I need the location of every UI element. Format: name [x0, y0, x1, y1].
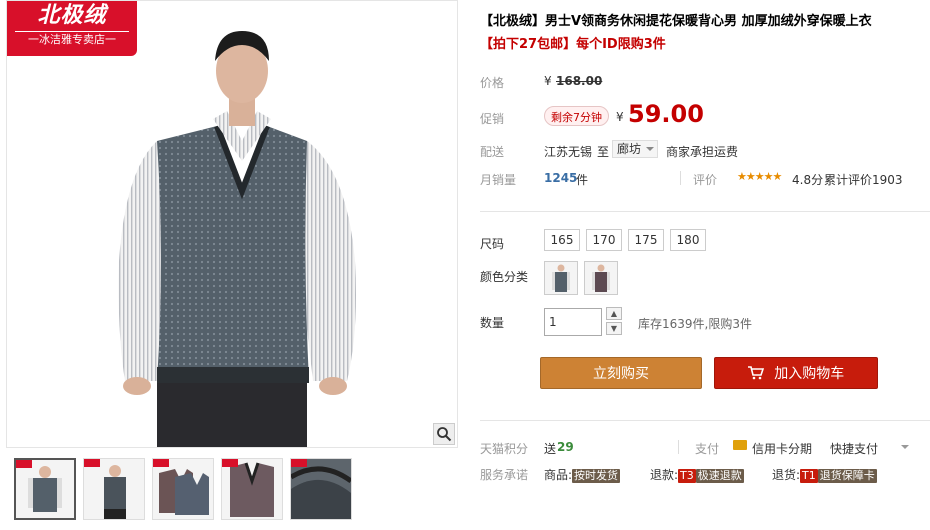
- on-time-delivery-badge[interactable]: 按时发货: [572, 469, 621, 483]
- credit-installment[interactable]: 信用卡分期: [752, 440, 812, 457]
- price-currency: ¥: [544, 74, 552, 88]
- thumbnail-logo: [153, 459, 169, 467]
- size-option-175[interactable]: 175: [628, 229, 664, 251]
- rating-label: 评价: [693, 173, 718, 187]
- return-code-badge: T1: [800, 469, 818, 483]
- service-return: 退货: T1 退货保障卡: [772, 466, 877, 483]
- quantity-decrease-button[interactable]: ▼: [606, 322, 622, 335]
- rating-stars-icon: ★★★★★: [737, 170, 782, 183]
- divider: [480, 211, 930, 212]
- countdown-badge: 剩余7分钟: [544, 106, 609, 126]
- thumbnail-image: [28, 466, 62, 512]
- size-option-170[interactable]: 170: [586, 229, 622, 251]
- thumbnail-image: [159, 469, 209, 515]
- quantity-label: 数量: [480, 316, 505, 330]
- main-product-image[interactable]: 北极绒 一冰洁雅专卖店一: [6, 0, 458, 448]
- thumbnail-image: [230, 462, 274, 517]
- brand-logo: 北极绒 一冰洁雅专卖店一: [7, 1, 137, 56]
- price-label: 价格: [480, 76, 505, 90]
- product-subtitle: 【拍下27包邮】每个ID限购3件: [480, 37, 666, 52]
- color-swatch-2[interactable]: [584, 261, 618, 295]
- add-to-cart-button[interactable]: 加入购物车: [714, 357, 878, 389]
- quantity-input[interactable]: [544, 308, 602, 336]
- size-option-165[interactable]: 165: [544, 229, 580, 251]
- points-value: 29: [557, 440, 574, 454]
- divider: [680, 171, 681, 185]
- shopping-cart-icon: [747, 366, 764, 380]
- delivery-to: 至: [597, 145, 610, 159]
- chevron-down-icon[interactable]: [901, 445, 909, 449]
- thumbnail-image: [104, 465, 126, 519]
- payment-label: 支付: [695, 442, 720, 456]
- size-option-180[interactable]: 180: [670, 229, 706, 251]
- delivery-label: 配送: [480, 145, 505, 159]
- divider: [480, 420, 930, 421]
- thumbnail-logo: [16, 460, 32, 468]
- credit-card-icon: [733, 440, 747, 450]
- promo-label: 促销: [480, 112, 505, 126]
- thumbnail-logo: [84, 459, 100, 467]
- color-swatch-1[interactable]: [544, 261, 578, 295]
- buy-now-button[interactable]: 立刻购买: [540, 357, 702, 389]
- service-refund: 退款: T3 极速退款: [650, 466, 744, 483]
- promo-price: 59.00: [628, 100, 704, 128]
- thumbnail-3[interactable]: [152, 458, 214, 520]
- thumbnail-logo: [222, 459, 238, 467]
- freight-info: 商家承担运费: [666, 145, 739, 159]
- city-selector[interactable]: 廊坊: [612, 140, 658, 158]
- thumbnail-5[interactable]: [290, 458, 352, 520]
- size-label: 尺码: [480, 237, 505, 251]
- thumbnail-1[interactable]: [14, 458, 76, 520]
- product-info-panel: 【北极绒】男士V领商务休闲提花保暖背心男 加厚加绒外穿保暖上衣 【拍下27包邮】…: [480, 0, 930, 530]
- service-goods: 商品: 按时发货: [544, 466, 621, 483]
- store-name: 一冰洁雅专卖店一: [15, 31, 129, 48]
- refund-label: 退款:: [650, 468, 679, 482]
- monthly-sales-unit: 件: [576, 173, 589, 187]
- divider: [678, 440, 679, 454]
- quantity-increase-button[interactable]: ▲: [606, 307, 622, 320]
- city-value: 廊坊: [617, 142, 642, 156]
- thumbnail-logo: [291, 459, 307, 467]
- service-label: 服务承诺: [480, 468, 529, 482]
- model-illustration: [118, 31, 356, 447]
- buy-now-label: 立刻购买: [593, 366, 649, 382]
- color-swatch-image: [592, 264, 610, 292]
- zoom-button[interactable]: [433, 423, 455, 445]
- add-to-cart-label: 加入购物车: [774, 366, 845, 382]
- color-swatch-image: [552, 264, 570, 292]
- delivery-origin: 江苏无锡: [544, 145, 593, 159]
- stock-info: 库存1639件,限购3件: [638, 317, 752, 331]
- fast-refund-badge[interactable]: 极速退款: [695, 469, 744, 483]
- original-price: 168.00: [556, 74, 603, 88]
- thumbnail-2[interactable]: [83, 458, 145, 520]
- product-gallery: 北极绒 一冰洁雅专卖店一: [6, 0, 458, 530]
- color-label: 颜色分类: [480, 270, 529, 284]
- points-label: 天猫积分: [480, 442, 529, 456]
- product-title: 【北极绒】男士V领商务休闲提花保暖背心男 加厚加绒外穿保暖上衣: [480, 14, 872, 29]
- monthly-sales-count: 1245: [544, 171, 578, 185]
- return-label: 退货:: [772, 468, 801, 482]
- promo-currency: ¥: [616, 110, 624, 124]
- return-guarantee-badge[interactable]: 退货保障卡: [817, 469, 877, 483]
- brand-logo-text: 北极绒: [37, 3, 107, 28]
- goods-label: 商品:: [544, 468, 573, 482]
- rating-score: 4.8分: [792, 173, 824, 187]
- points-prefix: 送: [544, 442, 557, 456]
- refund-code-badge: T3: [678, 469, 696, 483]
- review-count-link[interactable]: 累计评价1903: [824, 171, 903, 188]
- monthly-sales-label: 月销量: [480, 173, 517, 187]
- thumbnail-4[interactable]: [221, 458, 283, 520]
- magnifier-icon: [437, 427, 452, 442]
- quick-pay[interactable]: 快捷支付: [830, 440, 878, 457]
- chevron-down-icon: [646, 147, 654, 151]
- thumbnail-image: [291, 459, 351, 519]
